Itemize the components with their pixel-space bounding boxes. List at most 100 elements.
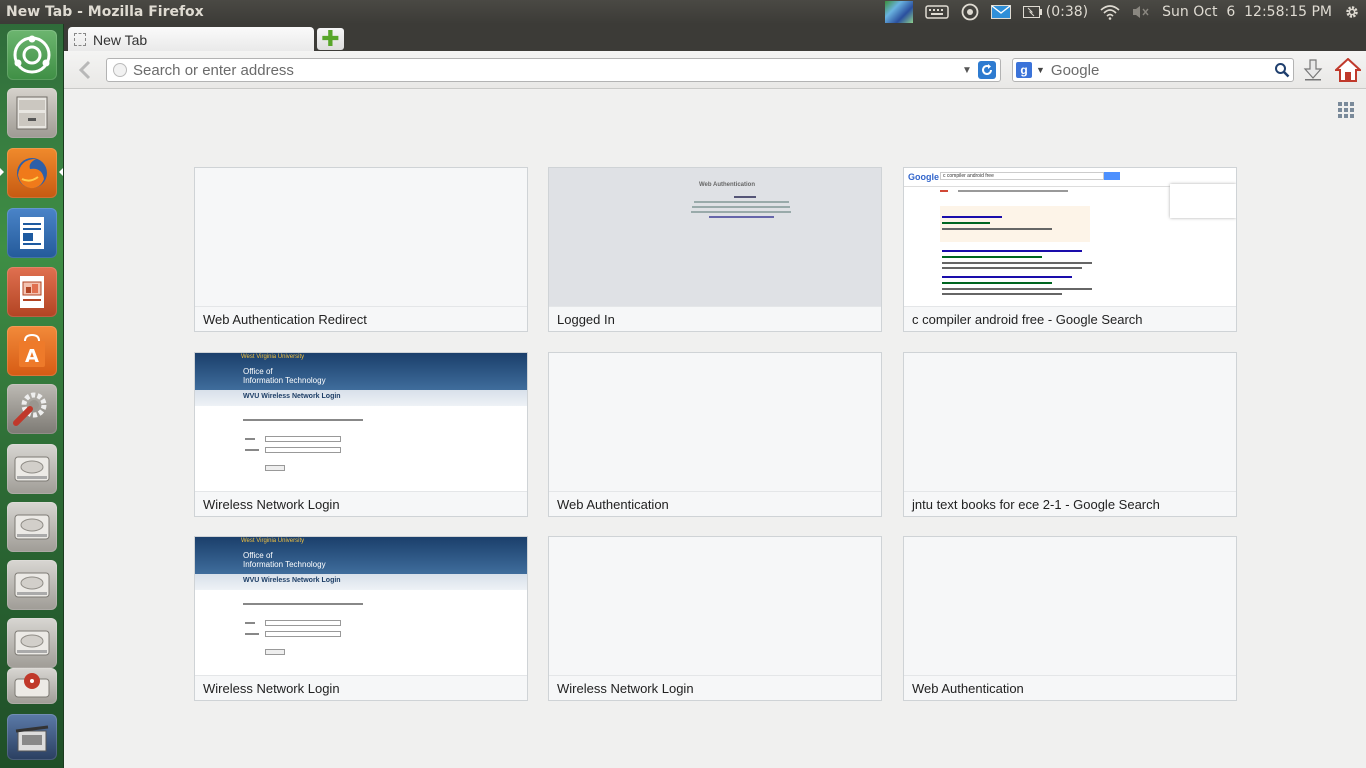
- blank-page-icon: [74, 33, 86, 46]
- plus-icon: ✚: [321, 26, 340, 51]
- tile-title: Web Authentication: [549, 491, 881, 516]
- thumb-heading: Web Authentication: [699, 182, 755, 188]
- drive-launcher-item-1[interactable]: [7, 444, 57, 494]
- focused-indicator: [59, 168, 63, 176]
- site-tile-3[interactable]: Google c compiler android free c compile…: [903, 167, 1237, 332]
- trash-icon: [15, 725, 49, 752]
- battery-indicator[interactable]: (0:38): [1017, 0, 1094, 24]
- search-icon: [1275, 63, 1290, 78]
- site-tile-2[interactable]: Web Authentication Logged In: [548, 167, 882, 332]
- writer-launcher-item[interactable]: [7, 208, 57, 258]
- svg-text:A: A: [25, 346, 39, 367]
- tab-label: New Tab: [93, 31, 148, 48]
- hard-drive-icon: [14, 630, 50, 656]
- tile-title: c compiler android free - Google Search: [904, 306, 1236, 331]
- thumb-office-line2: Information Technology: [243, 376, 326, 385]
- new-tab-button[interactable]: ✚: [317, 28, 344, 50]
- tile-title: Wireless Network Login: [195, 491, 527, 516]
- files-launcher-item[interactable]: [7, 88, 57, 138]
- tile-thumbnail: Web Authentication: [549, 168, 881, 306]
- site-tile-8[interactable]: Wireless Network Login: [548, 536, 882, 701]
- reload-icon: [978, 61, 996, 79]
- thumb-page-title: WVU Wireless Network Login: [243, 577, 341, 584]
- running-indicator: [0, 168, 4, 176]
- file-cabinet-icon: [16, 96, 48, 130]
- chevron-down-icon[interactable]: ▼: [962, 65, 976, 76]
- volume-muted-icon[interactable]: [1126, 0, 1156, 24]
- trash-launcher-item[interactable]: [7, 714, 57, 760]
- tile-title: jntu text books for ece 2-1 - Google Sea…: [904, 491, 1236, 516]
- clock[interactable]: Sun Oct 6 12:58:15 PM: [1156, 0, 1338, 24]
- site-tile-5[interactable]: Web Authentication: [548, 352, 882, 517]
- search-input[interactable]: [1050, 61, 1271, 79]
- thumb-office-line1: Office of: [243, 551, 273, 560]
- search-button[interactable]: [1271, 62, 1293, 78]
- tile-thumbnail: [549, 353, 881, 491]
- engine-dropdown-icon[interactable]: ▼: [1036, 65, 1045, 75]
- tile-thumbnail: [549, 537, 881, 675]
- firefox-icon: [17, 158, 47, 189]
- impress-launcher-item[interactable]: [7, 267, 57, 317]
- back-arrow-icon: [78, 60, 91, 80]
- keyboard-icon[interactable]: [919, 0, 955, 24]
- tile-title: Wireless Network Login: [195, 675, 527, 700]
- unity-launcher: A: [0, 24, 64, 768]
- search-bar: g ▼: [1012, 58, 1294, 82]
- indicator-area: (0:38) Sun Oct 6 12:58:15 PM: [884, 0, 1366, 24]
- shopping-bag-icon: A: [19, 333, 45, 367]
- thumb-office-line2: Information Technology: [243, 560, 326, 569]
- drive-launcher-item-2[interactable]: [7, 502, 57, 552]
- site-tile-7[interactable]: West Virginia University Office of Inform…: [194, 536, 528, 701]
- url-input[interactable]: [133, 61, 962, 79]
- tile-title: Web Authentication: [904, 675, 1236, 700]
- navigation-toolbar: ▼ g ▼: [64, 51, 1366, 89]
- drive-launcher-item-4[interactable]: [7, 618, 57, 668]
- session-gear-icon[interactable]: [1338, 0, 1366, 24]
- site-tile-1[interactable]: Web Authentication Redirect: [194, 167, 528, 332]
- tile-thumbnail: [904, 537, 1236, 675]
- hard-drive-icon: [14, 514, 50, 540]
- thumb-office-line1: Office of: [243, 367, 273, 376]
- new-tab-page: Web Authentication Redirect Web Authenti…: [64, 90, 1366, 768]
- system-settings-launcher-item[interactable]: [7, 384, 57, 434]
- tile-thumbnail: [904, 353, 1236, 491]
- mail-icon[interactable]: [985, 0, 1017, 24]
- app-indicator-icon[interactable]: [884, 1, 913, 23]
- downloads-button[interactable]: [1300, 57, 1326, 83]
- grid-toggle-icon[interactable]: [1338, 102, 1354, 118]
- drive-launcher-item-5[interactable]: [7, 668, 57, 704]
- tile-thumbnail: [195, 168, 527, 306]
- tab-new-tab[interactable]: New Tab: [68, 27, 314, 52]
- thumb-google-logo: Google: [908, 172, 939, 182]
- home-icon: [1335, 58, 1361, 82]
- tile-thumbnail: West Virginia University Office of Inform…: [195, 537, 527, 675]
- back-button[interactable]: [74, 58, 96, 82]
- tile-thumbnail: West Virginia University Office of Inform…: [195, 353, 527, 491]
- reload-button[interactable]: [976, 60, 998, 80]
- thumb-university: West Virginia University: [241, 354, 305, 360]
- site-tile-6[interactable]: jntu text books for ece 2-1 - Google Sea…: [903, 352, 1237, 517]
- battery-time: (0:38): [1045, 4, 1089, 20]
- site-tile-4[interactable]: West Virginia University Office of Inform…: [194, 352, 528, 517]
- site-tile-9[interactable]: Web Authentication: [903, 536, 1237, 701]
- software-center-launcher-item[interactable]: A: [7, 326, 57, 376]
- home-button[interactable]: [1334, 56, 1362, 84]
- tab-strip: New Tab ✚: [64, 24, 1366, 52]
- top-panel: New Tab - Mozilla Firefox (0:38) Sun Oct…: [0, 0, 1366, 24]
- tile-thumbnail: Google c compiler android free: [904, 168, 1236, 306]
- firefox-launcher-item[interactable]: [7, 148, 57, 198]
- hard-drive-icon: [14, 456, 50, 482]
- thumb-google-query: c compiler android free: [940, 172, 1104, 180]
- ubuntu-logo-icon: [13, 35, 51, 74]
- dash-home-button[interactable]: [7, 30, 57, 80]
- tile-title: Wireless Network Login: [549, 675, 881, 700]
- globe-icon: [113, 63, 127, 77]
- wifi-icon[interactable]: [1094, 0, 1126, 24]
- google-engine-icon[interactable]: g: [1016, 62, 1032, 78]
- chat-icon[interactable]: [955, 0, 985, 24]
- download-arrow-icon: [1303, 59, 1323, 81]
- url-bar: ▼: [106, 58, 1001, 82]
- drive-launcher-item-3[interactable]: [7, 560, 57, 610]
- thumb-page-title: WVU Wireless Network Login: [243, 393, 341, 400]
- thumb-university: West Virginia University: [241, 538, 305, 544]
